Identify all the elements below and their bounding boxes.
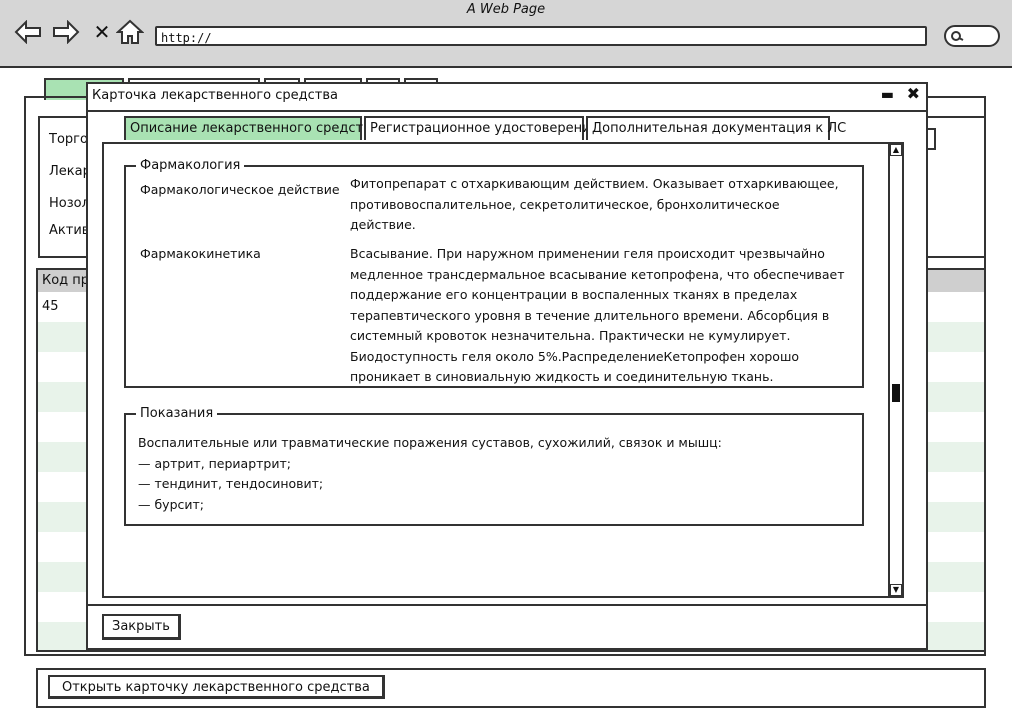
open-card-button[interactable]: Открыть карточку лекарственного средства [48,675,385,699]
filter-label: Актив [49,223,90,238]
minimize-icon[interactable]: ▬ [881,87,894,103]
filter-label: Нозол [49,196,90,211]
filter-label: Торго [49,132,88,147]
scroll-up-icon[interactable]: ▲ [890,144,902,156]
indications-list: Воспалительные или травматические пораже… [138,433,722,515]
filter-button-edge[interactable] [928,128,936,150]
dialog-title: Карточка лекарственного средства [92,88,338,103]
action-text: Фитопрепарат с отхаркивающим действием. … [350,176,839,232]
browser-search[interactable] [944,25,1000,47]
stop-icon[interactable]: ✕ [88,18,116,46]
list-item: — тендинит, тендосиновит; [138,476,324,491]
address-bar[interactable]: http:// [155,26,927,46]
tab-description[interactable]: Описание лекарственного средства [124,116,379,140]
browser-toolbar: A Web Page ✕ http:// [0,0,1012,68]
list-item: Воспалительные или травматические пораже… [138,435,722,450]
close-icon[interactable]: ✖ [907,84,920,103]
forward-icon[interactable] [52,18,80,46]
back-icon[interactable] [14,18,42,46]
close-button[interactable]: Закрыть [102,614,181,640]
cell: 45 [42,299,59,314]
list-item: — артрит, периартрит; [138,455,291,471]
action-label: Фармакологическое действие [140,182,340,197]
indications-legend: Показания [140,406,214,421]
pharmacology-legend: Фармакология [140,158,241,173]
dialog-header: Карточка лекарственного средства ▬ ✖ [88,84,926,112]
tab-content: Фармакология Фармакологическое действие … [102,142,904,598]
tab-registration[interactable]: Регистрационное удостоверение [364,116,599,140]
window-title: A Web Page [466,2,546,17]
indications-group: Показания Воспалительные или травматичес… [124,406,864,526]
drug-card-dialog: Карточка лекарственного средства ▬ ✖ Опи… [86,82,928,650]
kinetics-text: Всасывание. При наружном применении геля… [350,246,845,384]
list-item: — бурсит; [138,496,205,512]
dialog-footer-divider [88,604,926,606]
kinetics-label: Фармакокинетика [140,246,261,261]
scroll-thumb[interactable] [892,384,900,402]
filter-label: Лекар [49,164,91,179]
tab-documents[interactable]: Дополнительная документация к ЛС [586,116,846,140]
scroll-down-icon[interactable]: ▼ [890,584,902,596]
home-icon[interactable] [116,18,144,46]
vertical-scrollbar[interactable]: ▲ ▼ [888,144,902,596]
